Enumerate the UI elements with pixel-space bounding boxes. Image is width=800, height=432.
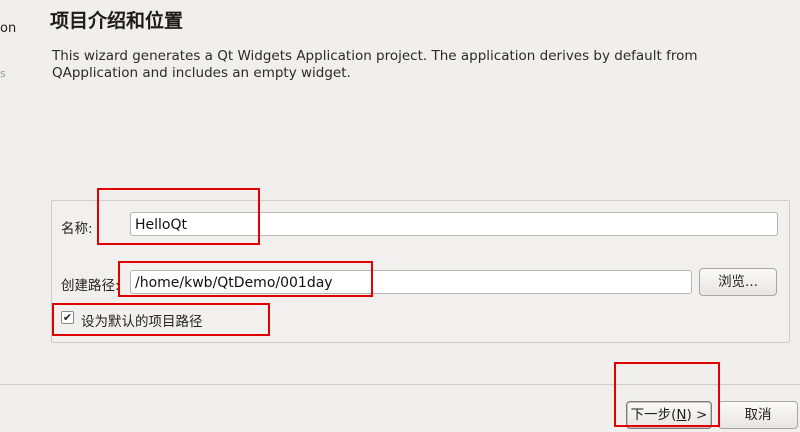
default-path-checkbox-label[interactable]: 设为默认的项目路径 — [81, 310, 203, 330]
page-title: 项目介绍和位置 — [50, 10, 184, 32]
sidebar-fragment-s[interactable]: s — [0, 67, 6, 80]
name-label: 名称: — [61, 221, 93, 237]
project-path-input[interactable]: /home/kwb/QtDemo/001day — [130, 270, 692, 294]
next-label-mnemonic: N — [676, 407, 687, 423]
wizard-description: This wizard generates a Qt Widgets Appli… — [52, 48, 698, 81]
next-label-post: ) > — [686, 407, 708, 423]
footer-divider — [0, 384, 800, 385]
path-label: 创建路径: — [61, 278, 120, 294]
default-path-checkbox[interactable]: ✔ — [61, 311, 74, 324]
sidebar-fragment-on[interactable]: on — [0, 21, 16, 36]
next-button[interactable]: 下一步(N) > — [626, 401, 712, 429]
cancel-button[interactable]: 取消 — [718, 401, 798, 429]
browse-button[interactable]: 浏览... — [699, 268, 777, 296]
project-name-input[interactable]: HelloQt — [130, 212, 778, 236]
next-label-pre: 下一步( — [630, 407, 677, 423]
